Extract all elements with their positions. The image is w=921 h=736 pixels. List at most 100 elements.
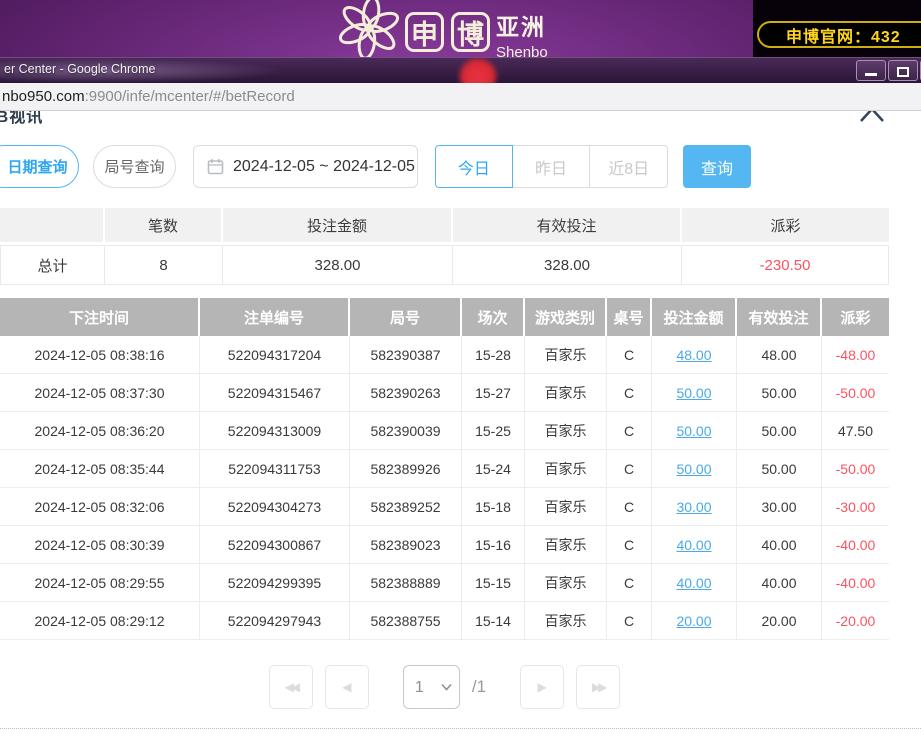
bet-record-page: SB视讯 日期查询 局号查询 2024-12-05 ~ 2024-12-05 今… <box>0 111 921 736</box>
cell-order: 522094315467 <box>200 374 350 412</box>
cell-session: 15-27 <box>462 374 525 412</box>
col-header-valid-bet: 有效投注 <box>737 298 822 336</box>
table-row: 2024-12-05 08:30:39522094300867582389023… <box>0 526 889 564</box>
cell-order: 522094297943 <box>200 602 350 640</box>
url-host: nbo950.com <box>2 88 85 105</box>
quick-last8days-label: 近8日 <box>608 155 649 179</box>
prev-page-button[interactable]: ◀ <box>325 665 369 709</box>
table-row: 2024-12-05 08:29:55522094299395582388889… <box>0 564 889 602</box>
date-range-input[interactable]: 2024-12-05 ~ 2024-12-05 <box>193 145 418 188</box>
summary-header-bet-amount: 投注金额 <box>223 208 453 245</box>
tab-round-query-label: 局号查询 <box>104 156 164 177</box>
cell-order: 522094299395 <box>200 564 350 602</box>
summary-table: 笔数 投注金额 有效投注 派彩 总计 8 328.00 328.00 -230.… <box>0 208 889 285</box>
cell-bet: 50.00 <box>652 412 737 450</box>
summary-row: 总计 8 328.00 328.00 -230.50 <box>0 245 889 285</box>
cell-bet: 20.00 <box>652 602 737 640</box>
summary-payout-value: -230.50 <box>682 245 889 285</box>
filter-bar: 日期查询 局号查询 2024-12-05 ~ 2024-12-05 今日 昨日 … <box>0 145 921 188</box>
cell-table: C <box>607 412 652 450</box>
cell-order: 522094317204 <box>200 336 350 374</box>
cell-session: 15-15 <box>462 564 525 602</box>
cell-payout: -30.00 <box>822 488 889 526</box>
tab-date-query[interactable]: 日期查询 <box>0 145 79 188</box>
cell-game: 百家乐 <box>525 412 607 450</box>
quick-today-label: 今日 <box>458 155 490 179</box>
tab-round-query[interactable]: 局号查询 <box>93 145 176 188</box>
cell-round: 582390263 <box>350 374 462 412</box>
cell-payout: -20.00 <box>822 602 889 640</box>
bet-amount-link[interactable]: 50.00 <box>676 423 711 439</box>
window-titlebar: er Center - Google Chrome <box>0 57 921 83</box>
cell-valid: 50.00 <box>737 412 822 450</box>
cell-order: 522094311753 <box>200 450 350 488</box>
cell-round: 582388755 <box>350 602 462 640</box>
maximize-button[interactable] <box>888 60 918 81</box>
next-page-button[interactable]: ▶ <box>520 665 564 709</box>
cell-table: C <box>607 450 652 488</box>
cell-bet: 50.00 <box>652 450 737 488</box>
cell-valid: 50.00 <box>737 374 822 412</box>
cell-game: 百家乐 <box>525 374 607 412</box>
cell-round: 582390387 <box>350 336 462 374</box>
col-header-bet-amount: 投注金额 <box>652 298 737 336</box>
prev-page-icon: ◀ <box>342 680 351 694</box>
browser-address-bar[interactable]: nbo950.com:9900/infe/mcenter/#/betRecord <box>0 83 921 111</box>
bet-amount-link[interactable]: 48.00 <box>676 347 711 363</box>
brand-region: 亚洲 Shenbo <box>496 8 548 61</box>
col-header-game-type: 游戏类别 <box>525 298 607 336</box>
col-header-bet-time: 下注时间 <box>0 298 200 336</box>
cell-order: 522094300867 <box>200 526 350 564</box>
cell-time: 2024-12-05 08:29:12 <box>0 602 200 640</box>
cell-time: 2024-12-05 08:32:06 <box>0 488 200 526</box>
official-site-badge-label: 申博官网：432 <box>786 23 901 47</box>
cell-payout: -40.00 <box>822 564 889 602</box>
chevron-up-icon[interactable] <box>858 111 886 124</box>
last-page-button[interactable]: ▶▶ <box>576 665 620 709</box>
next-page-icon: ▶ <box>537 680 546 694</box>
cell-bet: 50.00 <box>652 374 737 412</box>
cell-round: 582389926 <box>350 450 462 488</box>
cell-valid: 40.00 <box>737 526 822 564</box>
quick-today-button[interactable]: 今日 <box>435 145 513 188</box>
cell-order: 522094304273 <box>200 488 350 526</box>
summary-valid-bet-value: 328.00 <box>453 245 682 285</box>
quick-yesterday-button[interactable]: 昨日 <box>513 145 591 188</box>
cell-table: C <box>607 374 652 412</box>
cell-payout: -40.00 <box>822 526 889 564</box>
cell-round: 582388889 <box>350 564 462 602</box>
bet-amount-link[interactable]: 40.00 <box>676 537 711 553</box>
col-header-session: 场次 <box>462 298 525 336</box>
page-title: SB视讯 <box>0 111 43 127</box>
bottom-divider <box>0 728 921 729</box>
cell-valid: 20.00 <box>737 602 822 640</box>
bet-amount-link[interactable]: 40.00 <box>676 575 711 591</box>
quick-last8days-button[interactable]: 近8日 <box>590 145 668 188</box>
bet-table-body: 2024-12-05 08:38:16522094317204582390387… <box>0 336 889 640</box>
bet-amount-link[interactable]: 50.00 <box>676 385 711 401</box>
cell-valid: 48.00 <box>737 336 822 374</box>
cell-table: C <box>607 336 652 374</box>
cell-payout: 47.50 <box>822 412 889 450</box>
official-site-badge[interactable]: 申博官网：432 <box>757 21 921 48</box>
quick-yesterday-label: 昨日 <box>535 155 567 179</box>
cell-table: C <box>607 564 652 602</box>
cell-game: 百家乐 <box>525 488 607 526</box>
bet-amount-link[interactable]: 20.00 <box>676 613 711 629</box>
bet-amount-link[interactable]: 30.00 <box>676 499 711 515</box>
summary-header-count: 笔数 <box>105 208 223 245</box>
cell-time: 2024-12-05 08:30:39 <box>0 526 200 564</box>
cell-game: 百家乐 <box>525 564 607 602</box>
cell-session: 15-14 <box>462 602 525 640</box>
search-button[interactable]: 查询 <box>683 145 751 188</box>
cell-game: 百家乐 <box>525 336 607 374</box>
bet-amount-link[interactable]: 50.00 <box>676 461 711 477</box>
page-select[interactable]: 1 <box>403 665 460 709</box>
minimize-button[interactable] <box>856 60 886 81</box>
table-row: 2024-12-05 08:38:16522094317204582390387… <box>0 336 889 374</box>
first-page-button[interactable]: ◀◀ <box>269 665 313 709</box>
summary-header-valid-bet: 有效投注 <box>453 208 682 245</box>
cell-payout: -48.00 <box>822 336 889 374</box>
calendar-icon <box>207 158 224 175</box>
site-logo: 申 博 亚洲 Shenbo <box>333 0 548 57</box>
